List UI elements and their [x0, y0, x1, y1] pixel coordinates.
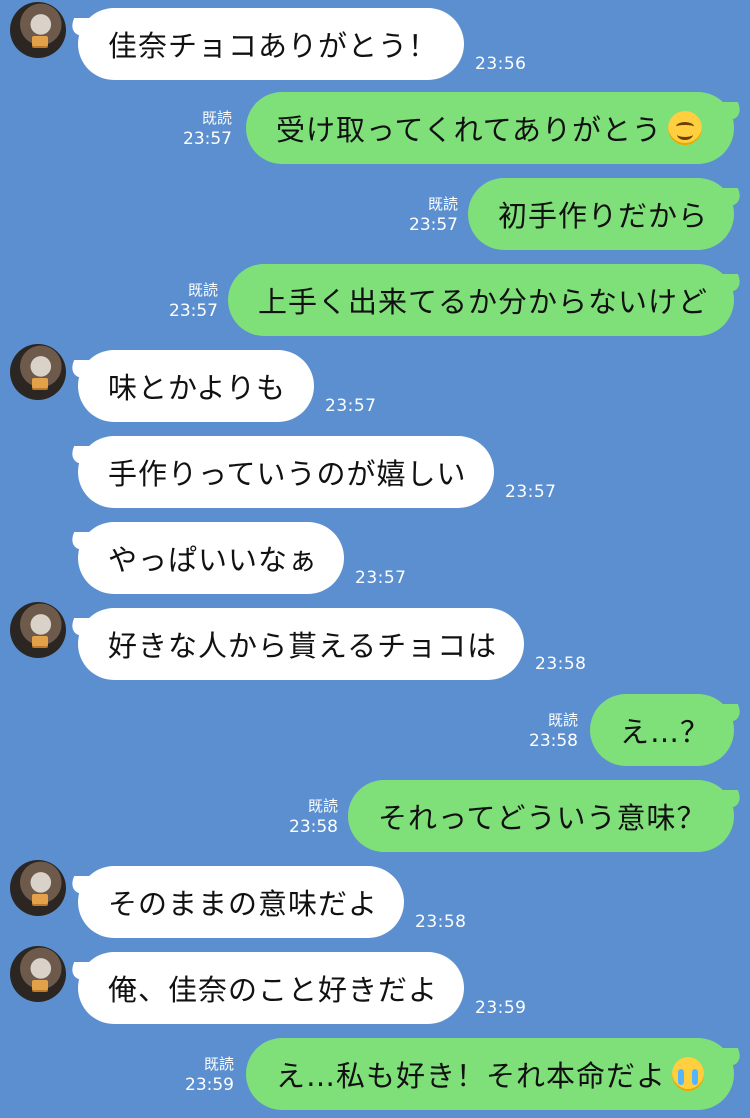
- message-time: 23:58: [529, 731, 578, 751]
- message-time: 23:57: [505, 482, 557, 502]
- message-bubble[interactable]: そのままの意味だよ: [78, 866, 404, 938]
- message-bubble[interactable]: 俺、佳奈のこと好きだよ: [78, 952, 464, 1024]
- message-text: 上手く出来てるか分からないけど: [258, 285, 709, 319]
- message-text: え…？: [620, 715, 711, 749]
- message-time: 23:57: [325, 396, 377, 416]
- message-row: やっぱいいなぁ 23:57: [0, 522, 750, 598]
- message-meta: 既読 23:59: [154, 1054, 234, 1096]
- message-row: 好きな人から貰えるチョコは 23:58: [0, 602, 750, 684]
- message-time: 23:57: [183, 129, 232, 149]
- message-row: 既読 23:58 それってどういう意味？: [0, 780, 750, 856]
- avatar[interactable]: [10, 344, 66, 400]
- read-receipt: 既読: [187, 281, 218, 299]
- message-meta: 既読 23:57: [378, 194, 458, 236]
- message-text: 手作りっていうのが嬉しい: [108, 457, 467, 491]
- message-bubble[interactable]: 受け取ってくれてありがとう: [246, 92, 734, 164]
- avatar[interactable]: [10, 2, 66, 58]
- message-bubble[interactable]: 佳奈チョコありがとう！: [78, 8, 464, 80]
- message-text: 初手作りだから: [498, 199, 709, 233]
- message-text: 佳奈チョコありがとう！: [108, 29, 439, 63]
- message-row: 既読 23:57 上手く出来てるか分からないけど: [0, 264, 750, 340]
- message-text: 味とかよりも: [108, 371, 286, 405]
- message-bubble[interactable]: 味とかよりも: [78, 350, 314, 422]
- message-row: 佳奈チョコありがとう！ 23:56: [0, 2, 750, 84]
- message-time: 23:58: [535, 654, 587, 674]
- message-time: 23:59: [185, 1075, 234, 1095]
- message-bubble[interactable]: 初手作りだから: [468, 178, 734, 250]
- message-text: それってどういう意味？: [378, 801, 707, 835]
- message-bubble[interactable]: え…私も好き！それ本命だよ: [246, 1038, 734, 1110]
- message-bubble[interactable]: え…？: [590, 694, 734, 766]
- message-text: やっぱいいなぁ: [108, 543, 319, 577]
- message-bubble[interactable]: それってどういう意味？: [348, 780, 734, 852]
- message-time: 23:57: [355, 568, 407, 588]
- read-receipt: 既読: [427, 195, 458, 213]
- message-row: 味とかよりも 23:57: [0, 344, 750, 426]
- message-text: 受け取ってくれてありがとう: [276, 113, 662, 147]
- cake-icon: [32, 636, 48, 646]
- message-row: 既読 23:59 え…私も好き！それ本命だよ: [0, 1038, 750, 1114]
- message-bubble[interactable]: 手作りっていうのが嬉しい: [78, 436, 494, 508]
- cake-icon: [32, 378, 48, 388]
- message-time: 23:58: [415, 912, 467, 932]
- message-time: 23:58: [289, 817, 338, 837]
- avatar[interactable]: [10, 602, 66, 658]
- message-meta: 既読 23:57: [152, 108, 232, 150]
- message-bubble[interactable]: 好きな人から貰えるチョコは: [78, 608, 524, 680]
- avatar[interactable]: [10, 860, 66, 916]
- read-receipt: 既読: [307, 797, 338, 815]
- message-text: え…私も好き！それ本命だよ: [276, 1059, 667, 1093]
- message-time: 23:57: [169, 301, 218, 321]
- message-meta: 既読 23:58: [498, 710, 578, 752]
- message-text: 俺、佳奈のこと好きだよ: [108, 973, 439, 1007]
- smiling-face-icon: [667, 111, 702, 145]
- message-row: そのままの意味だよ 23:58: [0, 860, 750, 942]
- message-time: 23:59: [475, 998, 527, 1018]
- message-row: 俺、佳奈のこと好きだよ 23:59: [0, 946, 750, 1028]
- chat-thread[interactable]: 佳奈チョコありがとう！ 23:56 既読 23:57 受け取ってくれてありがとう…: [0, 0, 750, 1118]
- crying-face-icon: [672, 1057, 704, 1091]
- read-receipt: 既読: [203, 1055, 234, 1073]
- message-meta: 既読 23:57: [138, 280, 218, 322]
- cake-icon: [32, 980, 48, 990]
- cake-icon: [32, 36, 48, 46]
- message-bubble[interactable]: やっぱいいなぁ: [78, 522, 344, 594]
- message-text: そのままの意味だよ: [108, 887, 379, 921]
- message-text: 好きな人から貰えるチョコは: [108, 629, 498, 663]
- message-time: 23:56: [475, 54, 527, 74]
- message-meta: 既読 23:58: [258, 796, 338, 838]
- message-row: 既読 23:57 受け取ってくれてありがとう: [0, 92, 750, 168]
- message-time: 23:57: [409, 215, 458, 235]
- avatar[interactable]: [10, 946, 66, 1002]
- message-row: 既読 23:58 え…？: [0, 694, 750, 770]
- cake-icon: [32, 894, 48, 904]
- read-receipt: 既読: [547, 711, 578, 729]
- message-bubble[interactable]: 上手く出来てるか分からないけど: [228, 264, 734, 336]
- message-row: 手作りっていうのが嬉しい 23:57: [0, 436, 750, 512]
- read-receipt: 既読: [201, 109, 232, 127]
- message-row: 既読 23:57 初手作りだから: [0, 178, 750, 254]
